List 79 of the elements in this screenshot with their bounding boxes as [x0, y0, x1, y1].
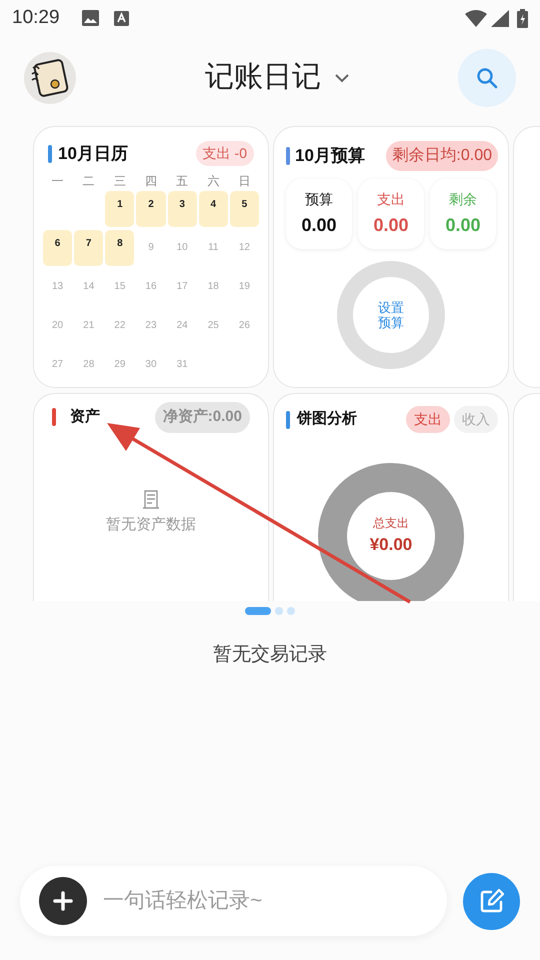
weekday-label: 一	[50, 172, 65, 190]
calendar-day[interactable]: 15	[105, 268, 134, 304]
chart-toggle[interactable]: 收入	[454, 406, 498, 433]
chevron-down-icon[interactable]	[335, 74, 349, 82]
calendar-day[interactable]: 7	[74, 230, 104, 266]
title-stripe	[48, 144, 52, 163]
title-stripe	[286, 410, 290, 428]
calendar-day[interactable]: 14	[74, 268, 104, 304]
expense-badge: 支出 -0	[196, 141, 254, 166]
donut-value: ¥0.00	[370, 534, 412, 556]
title-stripe	[286, 147, 290, 165]
calendar-day[interactable]: 8	[105, 230, 134, 266]
empty-transactions-text: 暂无交易记录	[213, 643, 327, 667]
calendar-day[interactable]: 31	[168, 346, 197, 382]
page-indicator[interactable]	[245, 607, 271, 615]
stat-value: 0.00	[373, 214, 409, 237]
status-time: 10:29	[12, 6, 60, 30]
weekday-label: 三	[112, 172, 127, 190]
calendar-day[interactable]: 29	[105, 346, 134, 382]
calendar-day[interactable]: 19	[230, 268, 259, 304]
search-icon	[476, 67, 498, 89]
calendar-day[interactable]: 17	[168, 268, 197, 304]
calendar-day[interactable]: 10	[168, 230, 197, 266]
plus-icon	[53, 891, 73, 911]
image-icon	[82, 10, 99, 26]
calendar-day[interactable]: 11	[198, 230, 228, 266]
stat-label: 预算	[305, 190, 333, 209]
title-stripe	[52, 408, 56, 426]
calendar-day[interactable]: 27	[43, 346, 72, 382]
stat-value: 0.00	[445, 214, 481, 237]
stat-value: 0.00	[301, 214, 337, 237]
calendar-day[interactable]: 26	[230, 308, 259, 344]
calendar-day[interactable]: 5	[230, 190, 259, 226]
calendar-day[interactable]: 2	[136, 190, 166, 226]
signal-icon	[491, 10, 509, 26]
card-title: 10月日历	[58, 143, 128, 165]
calendar-day[interactable]: 3	[168, 190, 197, 226]
calendar-day[interactable]: 21	[74, 308, 104, 344]
record-input-field[interactable]: 一句话轻松记录~	[103, 885, 447, 917]
battery-icon	[517, 8, 528, 28]
empty-assets-text: 暂无资产数据	[106, 514, 196, 534]
chart-toggle[interactable]: 支出	[406, 406, 450, 433]
weekday-label: 日	[237, 172, 252, 190]
quick-entry-bar[interactable]: 一句话轻松记录~	[20, 866, 447, 936]
add-button[interactable]	[39, 877, 87, 925]
receipt-icon	[142, 490, 160, 510]
donut-label: 总支出	[373, 515, 409, 532]
calendar-day[interactable]: 16	[136, 268, 166, 304]
notebook-logo-icon	[24, 52, 76, 104]
wifi-icon	[465, 10, 487, 26]
calendar-day[interactable]: 25	[198, 308, 228, 344]
net-assets-badge: 净资产:0.00	[154, 402, 250, 432]
calendar-day[interactable]: 22	[105, 308, 134, 344]
card-title: 10月预算	[295, 145, 365, 168]
edit-icon	[478, 888, 504, 914]
calendar-day[interactable]: 20	[43, 308, 72, 344]
calendar-day[interactable]: 9	[136, 230, 166, 266]
calendar-day[interactable]: 4	[198, 190, 228, 226]
weekday-label: 六	[206, 172, 220, 190]
daily-average-badge: 剩余日均:0.00	[386, 141, 498, 171]
calendar-day[interactable]: 30	[136, 346, 166, 382]
calendar-day[interactable]: 23	[136, 308, 166, 344]
card-title: 饼图分析	[297, 409, 357, 430]
calendar-day[interactable]: 1	[105, 190, 134, 226]
stat-label: 支出	[377, 190, 405, 209]
card-title: 资产	[70, 407, 100, 427]
weekday-label: 四	[144, 172, 158, 190]
calendar-day[interactable]: 6	[43, 230, 72, 266]
weekday-label: 二	[82, 172, 96, 190]
calendar-day[interactable]: 12	[230, 230, 259, 266]
app-title[interactable]: 记账日记	[205, 56, 321, 100]
set-budget-link[interactable]: 设置预算	[376, 300, 406, 330]
calendar-day[interactable]: 24	[168, 308, 197, 344]
budget-ring[interactable]: 设置预算	[337, 261, 445, 369]
calendar-day[interactable]: 13	[43, 268, 72, 304]
calendar-day[interactable]: 18	[198, 268, 228, 304]
weekday-label: 五	[175, 172, 190, 190]
calendar-day[interactable]: 28	[74, 346, 104, 382]
stat-label: 剩余	[449, 190, 477, 209]
